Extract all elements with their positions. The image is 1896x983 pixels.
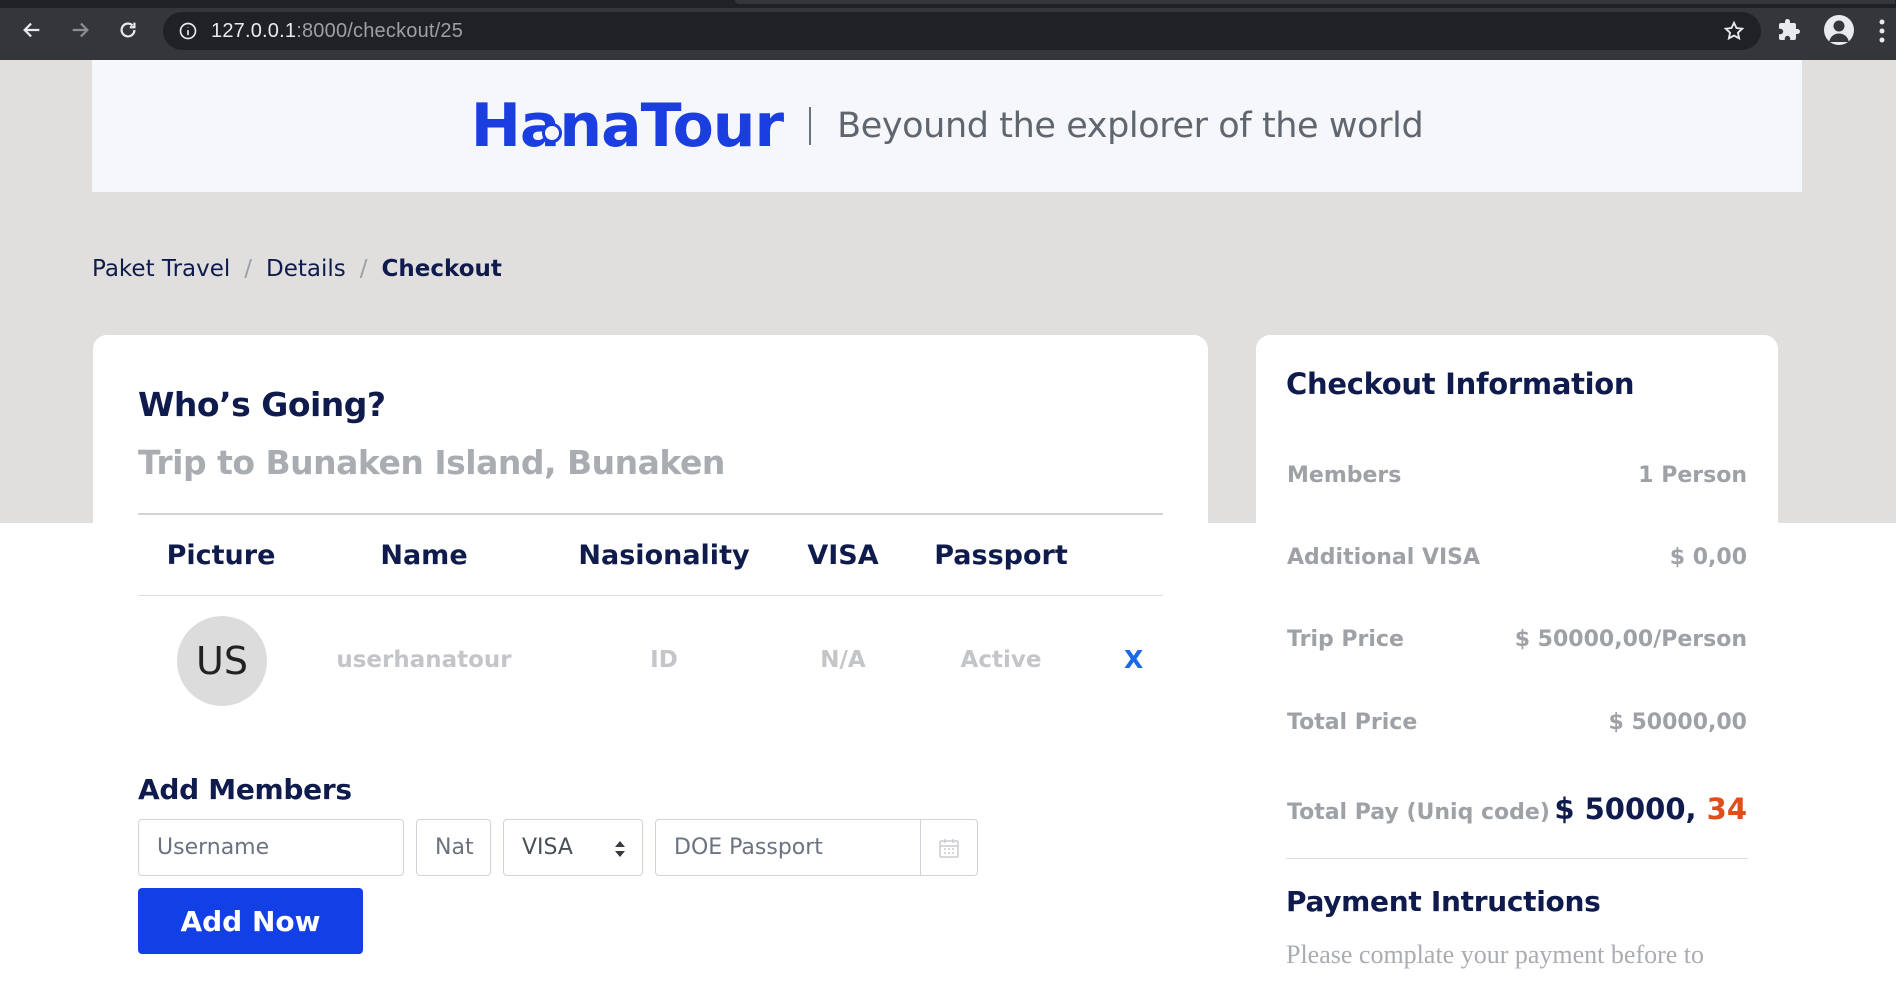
address-bar[interactable]: 127.0.0.1:8000/checkout/25 [163,12,1761,50]
member-avatar: US [177,616,267,706]
header-divider [809,107,812,145]
breadcrumb-separator: / [244,256,253,282]
info-label: Additional VISA [1287,545,1481,570]
doe-passport-input[interactable]: DOE Passport [655,819,921,876]
breadcrumb-paket-travel[interactable]: Paket Travel [92,256,230,282]
nationality-input[interactable]: Nat [416,819,491,876]
breadcrumb-details[interactable]: Details [266,256,346,282]
breadcrumb-separator: / [359,256,368,282]
bookmark-star-icon[interactable] [1723,20,1745,42]
divider [138,513,1163,515]
members-card-title: Who’s Going? [138,385,386,424]
url-host: 127.0.0.1 [211,19,297,42]
total-pay-amount: $ 50000, [1554,792,1697,826]
back-icon[interactable] [16,14,48,46]
total-pay-value: $ 50000, 34 [1554,792,1747,826]
logo-text: HanaTour [470,91,784,161]
calendar-icon[interactable] [920,819,978,876]
member-visa: N/A [820,647,866,673]
logo-ring-icon [541,123,562,143]
url-text: 127.0.0.1:8000/checkout/25 [211,20,463,43]
info-label: Members [1287,463,1402,488]
url-path: :8000/checkout/25 [296,19,464,42]
info-value: $ 50000,00 [1608,710,1747,735]
breadcrumb: Paket Travel / Details / Checkout [92,256,502,282]
info-label: Total Price [1287,710,1418,735]
info-label: Trip Price [1287,627,1404,652]
tab-edge [735,0,1895,4]
members-card: Who’s Going? Trip to Bunaken Island, Bun… [93,335,1208,983]
extensions-puzzle-icon[interactable] [1777,18,1801,42]
tab-strip [0,0,1896,8]
hanatour-logo[interactable]: HanaTour [470,91,784,161]
breadcrumb-checkout: Checkout [381,256,502,282]
browser-toolbar: 127.0.0.1:8000/checkout/25 [0,0,1896,60]
site-info-icon[interactable] [177,20,199,42]
divider [1286,858,1748,859]
unique-code: 34 [1706,792,1747,826]
add-members-title: Add Members [138,773,352,806]
select-caret-icon [615,841,625,857]
info-value: 1 Person [1638,463,1747,488]
member-passport-status: Active [960,647,1042,673]
total-pay-label: Total Pay (Uniq code) [1287,800,1550,825]
info-row-additional-visa: Additional VISA $ 0,00 [1287,545,1747,570]
visa-select[interactable]: VISA [503,819,643,876]
info-row-trip-price: Trip Price $ 50000,00/Person [1287,627,1747,652]
remove-member-button[interactable]: X [1124,645,1143,674]
username-input[interactable]: Username [138,819,404,876]
column-header-visa: VISA [807,540,879,571]
forward-icon[interactable] [64,14,96,46]
column-header-picture: Picture [166,540,276,571]
username-placeholder: Username [157,835,270,860]
browser-menu-icon[interactable] [1878,18,1886,44]
payment-instructions-text: Please complate your payment before to [1286,940,1705,969]
payment-instructions-title: Payment Intructions [1286,885,1601,918]
doe-passport-placeholder: DOE Passport [674,835,823,860]
profile-avatar-icon[interactable] [1824,15,1854,45]
column-header-nationality: Nasionality [578,540,750,571]
info-row-total-price: Total Price $ 50000,00 [1287,710,1747,735]
table-header-divider [138,595,1163,596]
info-value: $ 0,00 [1669,545,1747,570]
checkout-info-card: Checkout Information Members 1 Person Ad… [1256,335,1778,983]
add-now-button[interactable]: Add Now [138,888,363,954]
member-name: userhanatour [336,647,512,673]
trip-subtitle: Trip to Bunaken Island, Bunaken [138,443,725,482]
visa-selected-value: VISA [522,835,573,860]
member-nationality: ID [650,647,678,673]
site-tagline: Beyound the explorer of the world [837,106,1424,146]
info-row-members: Members 1 Person [1287,463,1747,488]
column-header-passport: Passport [934,540,1068,571]
info-row-total-pay: Total Pay (Uniq code) $ 50000, 34 [1287,792,1747,826]
checkout-info-title: Checkout Information [1286,367,1635,401]
site-header: HanaTour Beyound the explorer of the wor… [92,60,1802,192]
info-value: $ 50000,00/Person [1514,627,1747,652]
column-header-name: Name [380,540,468,571]
nationality-placeholder: Nat [435,835,474,860]
reload-icon[interactable] [112,14,144,46]
